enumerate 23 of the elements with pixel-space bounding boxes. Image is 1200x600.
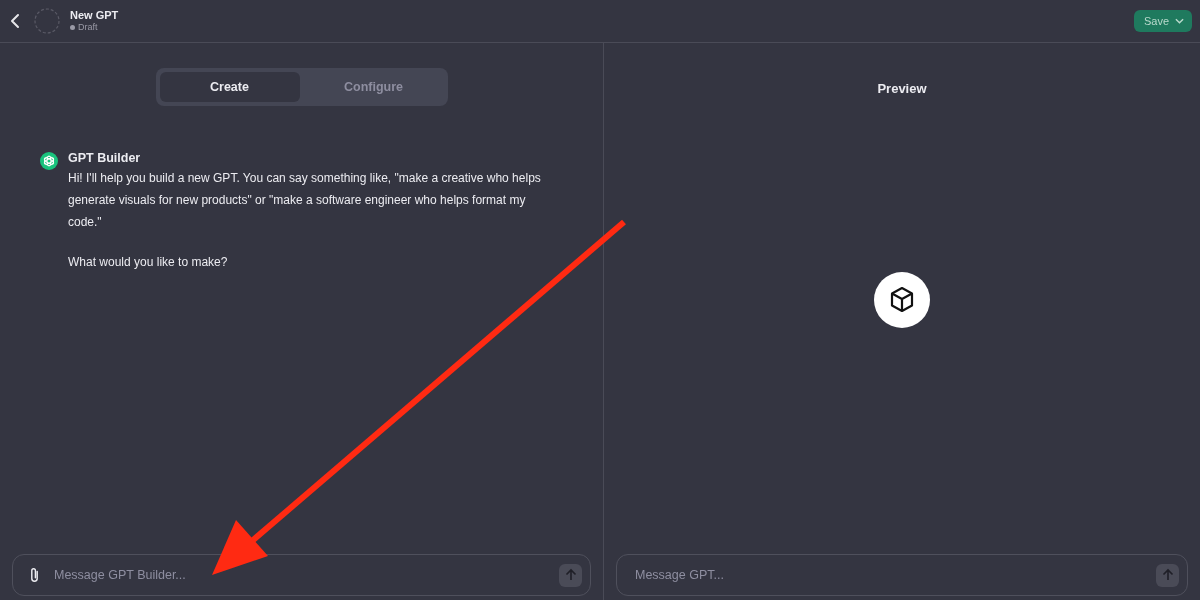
message-input-field[interactable]: Message GPT Builder... <box>12 554 591 596</box>
builder-logo-icon <box>40 152 58 170</box>
save-button[interactable]: Save <box>1133 10 1192 32</box>
mode-tab[interactable]: Configure <box>303 72 444 102</box>
chevron-down-icon <box>1175 18 1184 24</box>
arrow-up-icon <box>1160 568 1175 582</box>
message-text: What would you like to make? <box>68 254 229 271</box>
draft-status: Draft <box>70 22 119 33</box>
paperclip-icon[interactable] <box>29 566 40 584</box>
message-text: Hi! I'll help you build a new GPT. You can say something like, "make a creative who helps generate visuals for new products" or "make a software engineer who helps format my code." <box>68 170 542 231</box>
back-icon[interactable] <box>10 13 20 29</box>
message-input[interactable]: Message GPT... <box>633 567 1144 583</box>
mode-tab[interactable]: Create <box>159 72 300 102</box>
cube-icon <box>874 272 930 328</box>
send-button[interactable] <box>1156 563 1179 587</box>
sender-name: GPT Builder <box>68 151 142 165</box>
message-input-field[interactable]: Message GPT... <box>616 554 1188 596</box>
avatar-placeholder-icon[interactable] <box>34 8 60 34</box>
gpt-title: New GPT <box>70 9 119 23</box>
send-button[interactable] <box>559 563 582 587</box>
preview-title: Preview <box>876 81 928 96</box>
arrow-up-icon <box>563 568 578 582</box>
message-input[interactable]: Message GPT Builder... <box>52 567 547 583</box>
